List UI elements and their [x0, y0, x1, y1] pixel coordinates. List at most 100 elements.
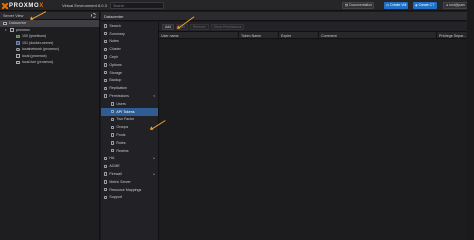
- pool-icon: [111, 133, 115, 137]
- nav-item-label: Options: [109, 62, 122, 67]
- logo-text: PROXMOX: [9, 2, 44, 9]
- server-icon: [10, 28, 14, 32]
- nav-item-label: Users: [116, 101, 126, 106]
- token-grid-header: User name Token Name Expire Comment Priv…: [159, 32, 474, 39]
- nav-item-label: ACME: [109, 164, 120, 169]
- show-permissions-button[interactable]: Show Permissions: [210, 23, 245, 30]
- window-edge: [467, 0, 474, 240]
- nav-item-roles[interactable]: Roles: [101, 139, 158, 147]
- nav-item-storage[interactable]: Storage: [101, 69, 158, 77]
- network-icon: [16, 47, 20, 51]
- summary-icon: [104, 32, 108, 36]
- proxmox-logo[interactable]: PROXMOX: [2, 2, 44, 9]
- nav-item-label: Backup: [109, 78, 122, 83]
- top-bar: PROXMOX Virtual Environment 8.0.3 Search…: [0, 0, 474, 11]
- nav-item-label: Two Factor: [116, 117, 135, 122]
- tree-item-label: local-lvm (proxmox): [22, 60, 54, 65]
- nav-item-pools[interactable]: Pools: [101, 131, 158, 139]
- column-user-name[interactable]: User name: [159, 32, 239, 38]
- nav-item-backup[interactable]: Backup: [101, 77, 158, 85]
- create-vm-label: Create VM: [390, 3, 407, 7]
- tree-item-label: localnetwork (proxmox): [22, 47, 60, 52]
- role-icon: [111, 141, 115, 145]
- nav-item-label: Realms: [116, 148, 129, 153]
- chevron-right-icon[interactable]: ▸: [153, 172, 155, 176]
- toolbar: Add Edit Remove Show Permissions: [159, 22, 474, 32]
- documentation-button[interactable]: ▤ Documentation: [342, 2, 374, 9]
- column-expire[interactable]: Expire: [279, 32, 319, 38]
- nav-item-label: Resource Mappings: [109, 187, 142, 192]
- nav-item-ha[interactable]: HA ▸: [101, 155, 158, 163]
- nav-item-label: Support: [109, 195, 122, 200]
- column-comment[interactable]: Comment: [319, 32, 437, 38]
- nav-item-options[interactable]: Options: [101, 61, 158, 69]
- nav-item-api-tokens[interactable]: API Tokens: [101, 107, 158, 116]
- tree-item-storage-lvm[interactable]: local-lvm (proxmox): [0, 59, 99, 66]
- nav-item-firewall[interactable]: Firewall ▸: [101, 170, 158, 178]
- add-button[interactable]: Add: [162, 23, 175, 30]
- global-search-input[interactable]: Search: [110, 2, 164, 9]
- nav-item-support[interactable]: Support: [101, 194, 158, 202]
- tree-item-label: proxmox: [16, 27, 30, 32]
- tree-item-label: local (proxmox): [22, 53, 47, 58]
- nav-item-label: Storage: [109, 70, 122, 75]
- chevron-down-icon[interactable]: ▾: [153, 94, 155, 98]
- server-view-label: Server View: [3, 13, 24, 18]
- user-icon: [111, 102, 115, 106]
- tree-view-header[interactable]: Server View: [0, 12, 99, 20]
- token-grid-body: [159, 39, 474, 239]
- mapping-icon: [104, 187, 108, 192]
- api-tokens-panel: Add Edit Remove Show Permissions User na…: [159, 22, 474, 240]
- nav-item-label: HA: [109, 156, 115, 161]
- nav-item-summary[interactable]: Summary: [101, 30, 158, 38]
- version-label: Virtual Environment 8.0.3: [62, 3, 107, 8]
- storage-icon: [16, 54, 20, 58]
- nav-item-cluster[interactable]: Cluster: [101, 45, 158, 53]
- storage-icon: [16, 60, 20, 64]
- ceph-icon: [104, 55, 108, 59]
- nav-item-realms[interactable]: Realms: [101, 147, 158, 155]
- nav-item-label: API Tokens: [116, 109, 135, 114]
- nav-item-metric-server[interactable]: Metric Server: [101, 178, 158, 186]
- notes-icon: [104, 39, 108, 44]
- metric-icon: [104, 180, 108, 184]
- nav-item-permissions[interactable]: Permissions ▾: [101, 92, 158, 100]
- nav-item-label: Ceph: [109, 55, 118, 60]
- storage-icon: [104, 70, 108, 75]
- nav-item-label: Cluster: [109, 47, 121, 52]
- tree-item-label: Datacenter: [9, 21, 27, 26]
- gear-icon[interactable]: [91, 13, 96, 18]
- nav-item-ceph[interactable]: Ceph: [101, 53, 158, 61]
- ha-icon: [104, 156, 108, 161]
- nav-item-replication[interactable]: Replication: [101, 84, 158, 92]
- chevron-down-icon[interactable]: ▾: [5, 28, 8, 32]
- nav-item-label: Permissions: [109, 94, 129, 99]
- create-ct-button[interactable]: ◈ Create CT: [413, 2, 437, 9]
- remove-button[interactable]: Remove: [189, 23, 209, 30]
- tree-item-label: 100 (ipnetbum): [22, 34, 47, 39]
- nav-item-search[interactable]: Search: [101, 22, 158, 30]
- container-icon: [16, 41, 20, 45]
- chevron-right-icon[interactable]: ▸: [153, 156, 155, 160]
- nav-item-resource-mappings[interactable]: Resource Mappings: [101, 186, 158, 194]
- nav-item-label: Notes: [109, 39, 119, 44]
- create-vm-button[interactable]: ▭ Create VM: [384, 2, 408, 9]
- nav-item-label: Roles: [116, 140, 126, 145]
- nav-item-acme[interactable]: ACME: [101, 162, 158, 170]
- column-token-name[interactable]: Token Name: [239, 32, 279, 38]
- nav-item-two-factor[interactable]: Two Factor: [101, 116, 158, 124]
- nav-item-label: Firewall: [109, 172, 122, 177]
- key-icon: [111, 117, 115, 122]
- create-ct-label: Create CT: [418, 3, 435, 7]
- replication-icon: [104, 86, 108, 90]
- group-icon: [111, 125, 115, 129]
- certificate-icon: [104, 164, 108, 168]
- user-label: root@pam: [449, 3, 465, 7]
- token-icon: [111, 109, 115, 114]
- realm-icon: [111, 148, 115, 153]
- cluster-icon: [104, 47, 108, 51]
- nav-item-users[interactable]: Users: [101, 100, 158, 108]
- documentation-label: Documentation: [349, 3, 372, 7]
- nav-item-label: Replication: [109, 86, 128, 91]
- nav-item-notes[interactable]: Notes: [101, 38, 158, 46]
